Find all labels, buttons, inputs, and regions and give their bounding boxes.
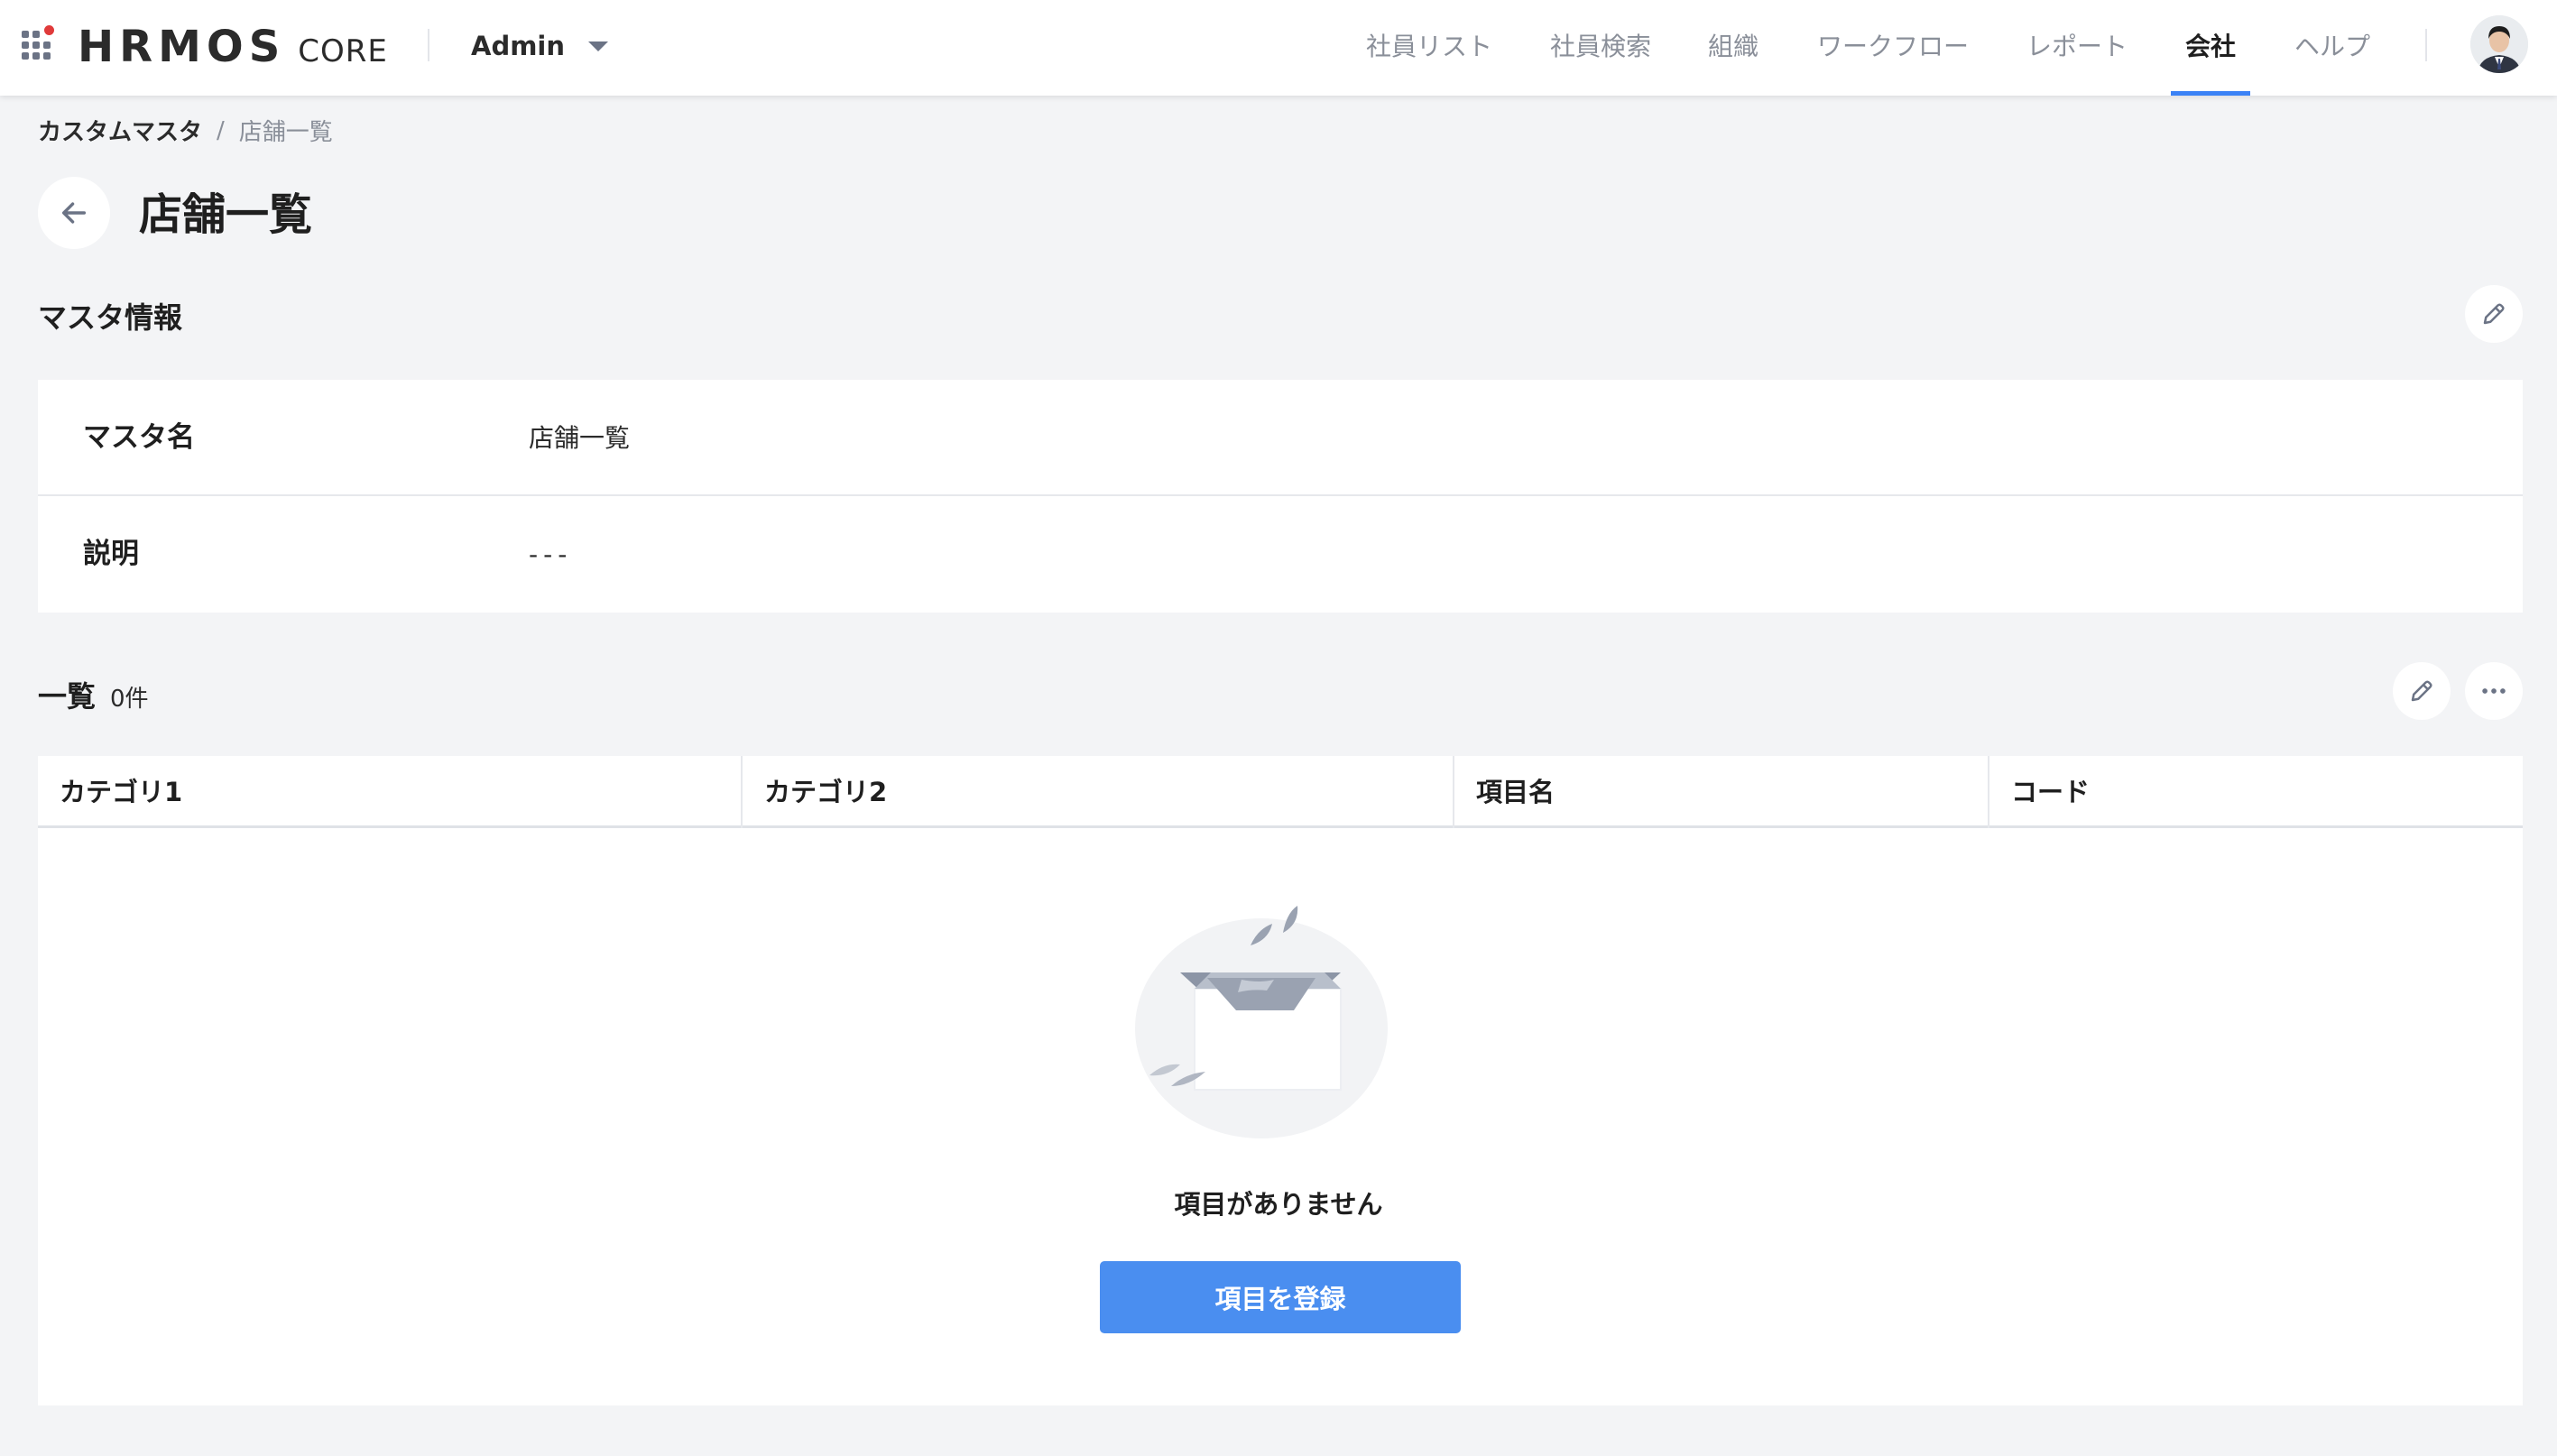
breadcrumb: カスタムマスタ / 店舗一覧	[38, 114, 333, 147]
list-heading-label: 一覧	[38, 679, 97, 714]
top-header: HRMOS CORE Admin 社員リスト 社員検索 組織 ワークフロー レポ…	[0, 0, 2557, 96]
description-value: ---	[529, 539, 573, 569]
empty-state-message: 項目がありません	[1174, 1189, 1383, 1220]
master-name-label: マスタ名	[83, 421, 195, 454]
breadcrumb-custom-master[interactable]: カスタムマスタ	[38, 114, 202, 147]
pencil-icon	[2483, 303, 2505, 325]
breadcrumb-current: 店舗一覧	[238, 119, 333, 146]
nav-organization[interactable]: 組織	[1708, 0, 1759, 96]
column-header-category1[interactable]: カテゴリ1	[38, 756, 743, 828]
logo-text: HRMOS	[78, 22, 286, 72]
logo-subtext: CORE	[298, 33, 388, 69]
user-avatar[interactable]	[2470, 15, 2528, 73]
nav-employee-list[interactable]: 社員リスト	[1366, 0, 1492, 96]
nav-company[interactable]: 会社	[2185, 0, 2236, 96]
back-button[interactable]	[38, 177, 110, 249]
active-tab-indicator	[2171, 91, 2250, 96]
nav-workflow[interactable]: ワークフロー	[1817, 0, 1969, 96]
column-header-category2[interactable]: カテゴリ2	[743, 756, 1454, 828]
page-title: 店舗一覧	[139, 189, 313, 240]
more-options-button[interactable]	[2465, 662, 2523, 720]
avatar-icon	[2470, 15, 2528, 73]
nav-employee-search[interactable]: 社員検索	[1550, 0, 1651, 96]
master-info-card: マスタ名 店舗一覧 説明 ---	[38, 380, 2523, 613]
nav-help[interactable]: ヘルプ	[2294, 0, 2370, 96]
list-heading: 一覧 0件	[38, 674, 149, 715]
chevron-down-icon	[588, 41, 609, 51]
nav-report[interactable]: レポート	[2026, 0, 2128, 96]
role-label: Admin	[471, 31, 566, 61]
register-item-button[interactable]: 項目を登録	[1100, 1261, 1461, 1333]
item-count: 0件	[110, 686, 149, 713]
table-header-row: カテゴリ1 カテゴリ2 項目名 コード	[38, 756, 2523, 828]
breadcrumb-separator: /	[217, 116, 225, 144]
hrmos-logo[interactable]: HRMOS CORE	[78, 20, 388, 74]
header-divider-right	[2425, 29, 2427, 61]
edit-master-info-button[interactable]	[2465, 285, 2523, 343]
info-row-description: 説明 ---	[38, 496, 2523, 613]
role-switcher[interactable]: Admin	[471, 23, 609, 69]
description-label: 説明	[83, 538, 139, 570]
arrow-left-icon	[61, 202, 87, 224]
column-header-code[interactable]: コード	[1989, 756, 2523, 828]
header-divider	[428, 29, 429, 61]
edit-list-button[interactable]	[2393, 662, 2451, 720]
app-launcher-icon[interactable]	[20, 25, 60, 65]
master-name-value: 店舗一覧	[529, 423, 631, 453]
empty-box-icon	[1135, 906, 1388, 1138]
column-header-item-name[interactable]: 項目名	[1454, 756, 1989, 828]
master-info-heading: マスタ情報	[38, 300, 183, 335]
pencil-icon	[2411, 680, 2432, 702]
info-row-master-name: マスタ名 店舗一覧	[38, 380, 2523, 496]
more-horizontal-icon	[2482, 688, 2506, 694]
